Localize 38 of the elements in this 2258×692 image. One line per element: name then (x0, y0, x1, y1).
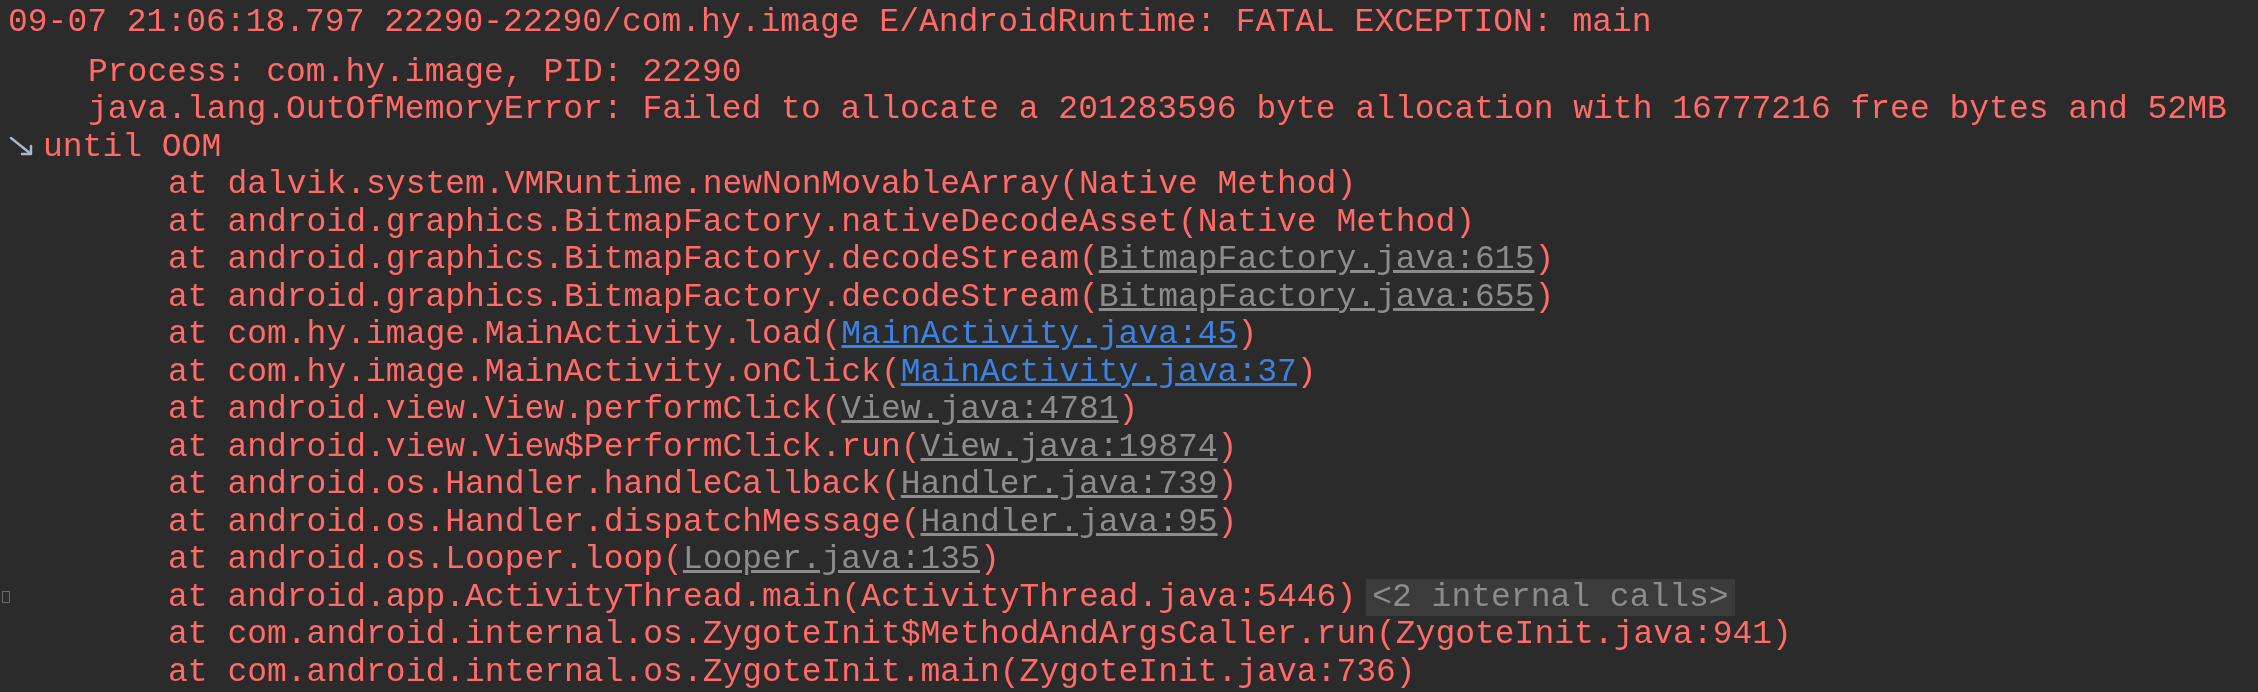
log-text: 09-07 21:06:18.797 22290-22290/com.hy.image E/AndroidRuntime: FATAL EXCEPTION: main (8, 4, 1652, 42)
folded-calls-badge[interactable]: <2 internal calls> (1366, 578, 1735, 616)
log-text: ) (1534, 241, 1555, 279)
log-text: at com.android.internal.os.ZygoteInit.main(ZygoteInit.java:736) (168, 653, 1416, 691)
log-text: at android.graphics.BitmapFactory.nativeDecodeAsset(Native Method) (168, 203, 1475, 241)
source-link[interactable]: BitmapFactory.java:615 (1098, 241, 1535, 279)
source-link[interactable]: Handler.java:95 (920, 503, 1218, 541)
log-text: until OOM (43, 128, 222, 166)
log-text: at android.graphics.BitmapFactory.decodeStream( (168, 278, 1099, 316)
log-text: at dalvik.system.VMRuntime.newNonMovableArray(Native Method) (168, 166, 1357, 204)
source-link[interactable]: View.java:19874 (920, 428, 1218, 466)
source-link[interactable]: View.java:4781 (841, 391, 1119, 429)
log-text: at android.app.ActivityThread.main(ActivityThread.java:5446) (168, 578, 1357, 616)
source-link[interactable]: Handler.java:739 (900, 466, 1218, 504)
log-text: at android.os.Looper.loop( (168, 541, 683, 579)
log-text: at android.os.Handler.handleCallback( (168, 466, 901, 504)
log-text: at android.view.View$PerformClick.run( (168, 428, 921, 466)
source-link[interactable]: MainActivity.java:45 (841, 316, 1238, 354)
log-text: ) (1118, 391, 1139, 429)
log-text: at com.android.internal.os.ZygoteInit$MethodAndArgsCaller.run(ZygoteInit.java:941) (168, 616, 1792, 654)
log-text: at android.os.Handler.dispatchMessage( (168, 503, 921, 541)
log-text: at com.hy.image.MainActivity.onClick( (168, 353, 901, 391)
log-text: ) (979, 541, 1000, 579)
log-text: ) (1237, 316, 1258, 354)
log-text: at android.view.View.performClick( (168, 391, 842, 429)
log-text: ) (1217, 466, 1238, 504)
source-link[interactable]: MainActivity.java:37 (900, 353, 1297, 391)
source-link[interactable]: Looper.java:135 (682, 541, 980, 579)
log-text: at com.hy.image.MainActivity.load( (168, 316, 842, 354)
log-text: ) (1217, 503, 1238, 541)
log-text: ) (1534, 278, 1555, 316)
log-text: Process: com.hy.image, PID: 22290 (88, 53, 742, 91)
log-text: at android.graphics.BitmapFactory.decodeStream( (168, 241, 1099, 279)
log-text: ) (1296, 353, 1317, 391)
source-link[interactable]: BitmapFactory.java:655 (1098, 278, 1535, 316)
log-text: java.lang.OutOfMemoryError: Failed to allocate a 201283596 byte allocation with 16777216 free bytes and 52MB (88, 91, 2227, 129)
fold-gutter-icon[interactable] (2, 590, 10, 603)
log-text: ) (1217, 428, 1238, 466)
